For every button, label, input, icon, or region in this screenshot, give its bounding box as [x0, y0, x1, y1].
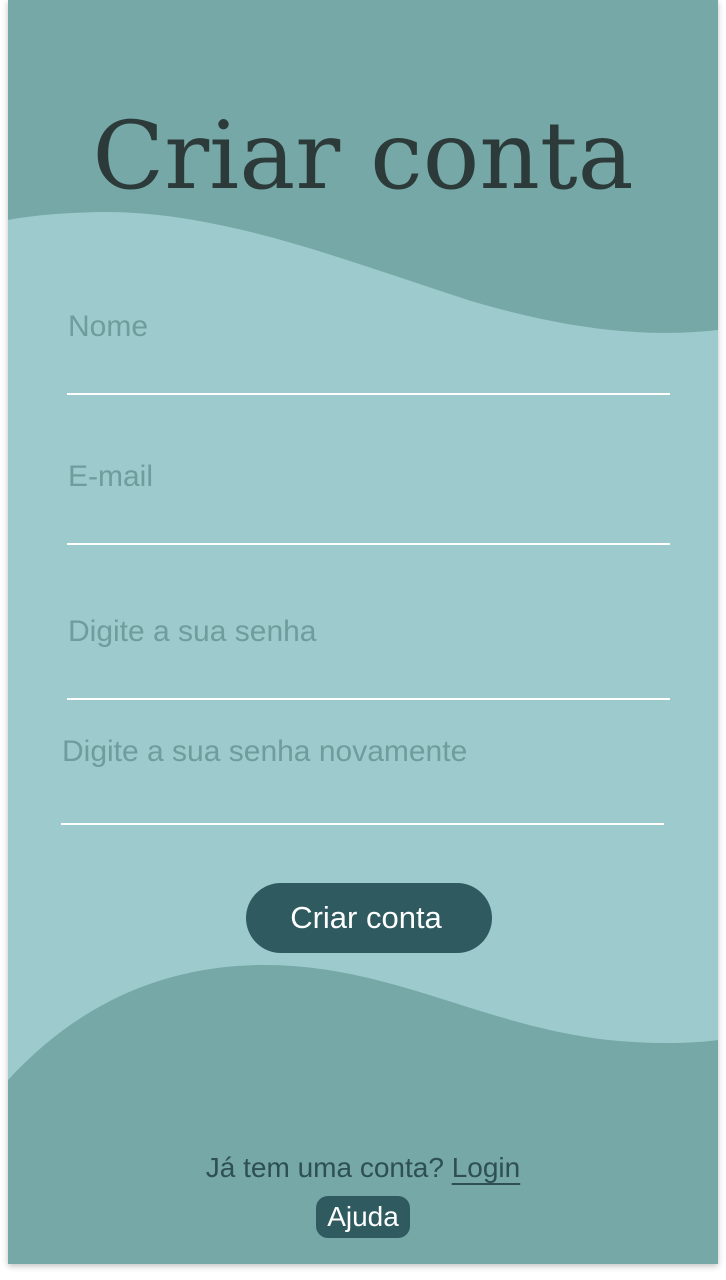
signup-screen: Criar conta Criar conta Já tem uma conta… [8, 0, 718, 1264]
page-title: Criar conta [92, 102, 634, 211]
name-input[interactable] [67, 305, 670, 395]
create-account-button[interactable]: Criar conta [246, 883, 492, 953]
login-prompt: Já tem uma conta? Login [8, 1148, 718, 1188]
password-confirm-field-wrapper [61, 735, 664, 825]
login-link[interactable]: Login [452, 1152, 521, 1183]
login-prompt-text: Já tem uma conta? [205, 1152, 444, 1183]
email-input[interactable] [67, 455, 670, 545]
password-input[interactable] [67, 610, 670, 700]
name-field-wrapper [67, 305, 670, 395]
help-button[interactable]: Ajuda [316, 1196, 410, 1238]
password-field-wrapper [67, 610, 670, 700]
password-confirm-input[interactable] [61, 735, 664, 825]
email-field-wrapper [67, 455, 670, 545]
